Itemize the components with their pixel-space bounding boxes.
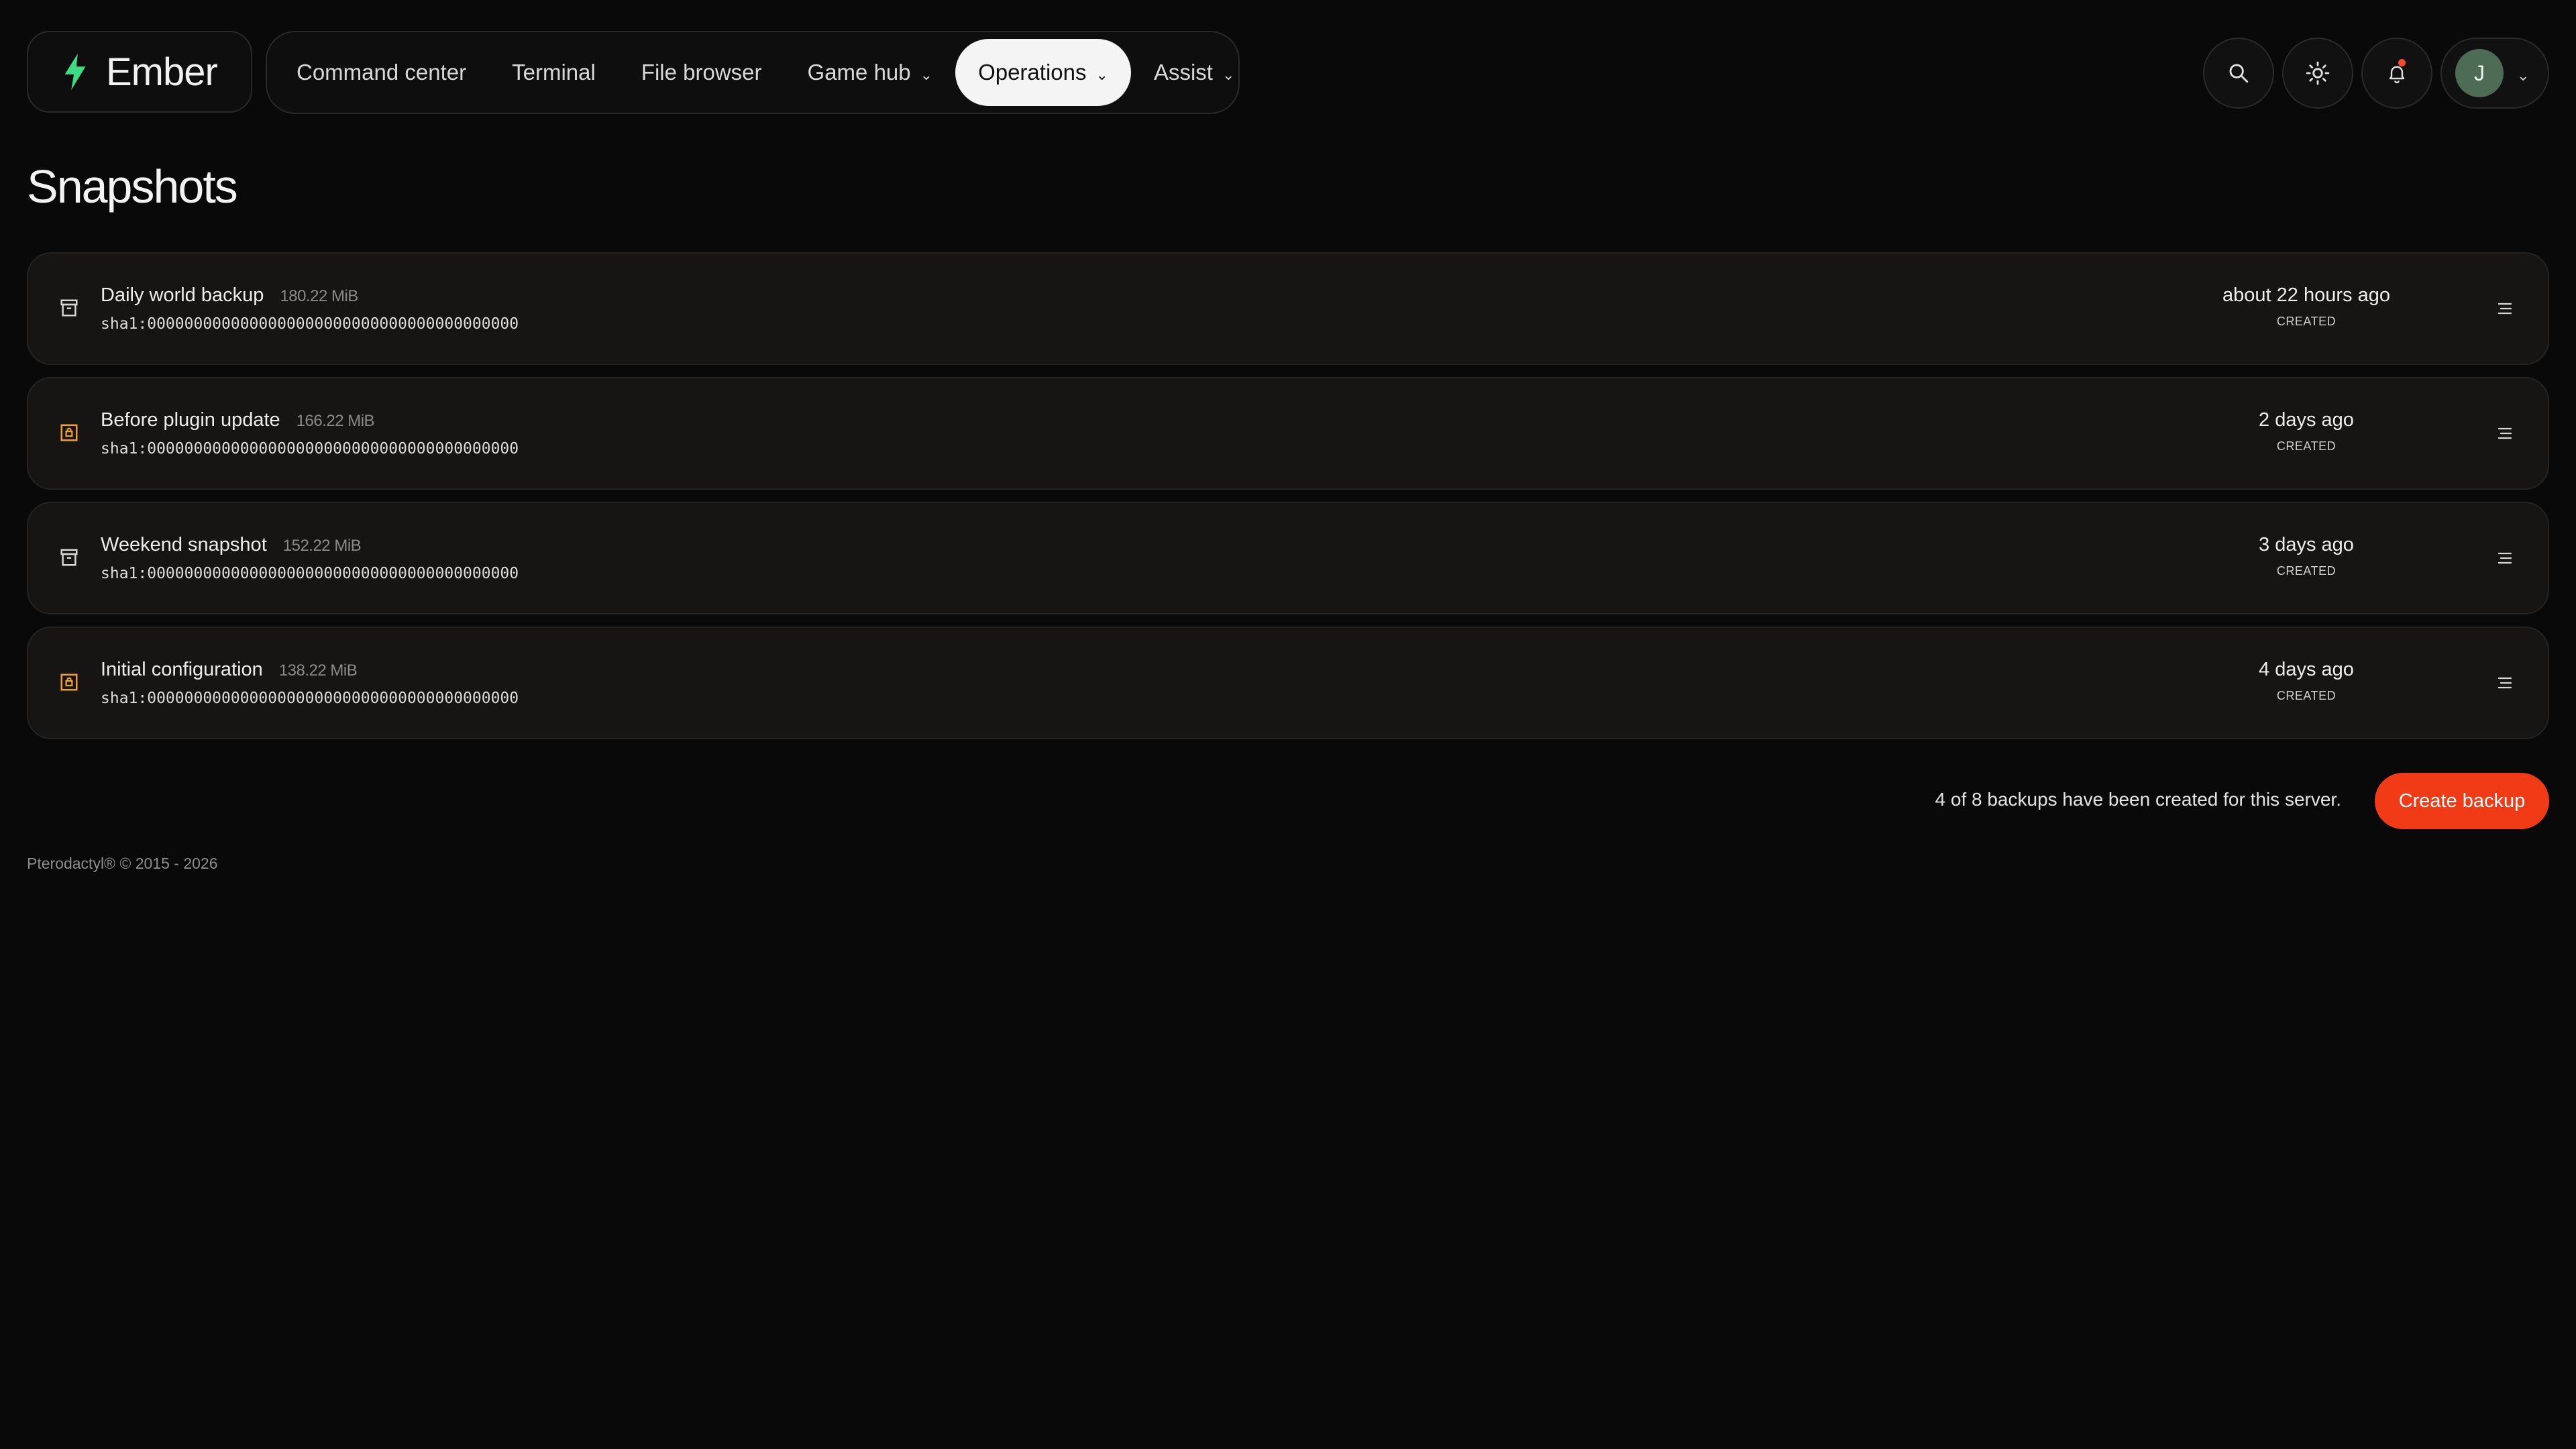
backup-row[interactable]: Before plugin update 166.22 MiB sha1:000… [27,377,2549,490]
chevron-down-icon: ⌄ [1222,66,1235,83]
nav-operations[interactable]: Operations ⌄ [955,39,1131,106]
nav-label: File browser [641,60,762,85]
chevron-down-icon: ⌄ [1095,66,1108,83]
menu-icon [2498,552,2512,564]
backup-options-button[interactable] [2493,671,2517,695]
backup-row[interactable]: Weekend snapshot 152.22 MiB sha1:0000000… [27,502,2549,614]
backup-quota-summary: 4 of 8 backups have been created for thi… [1935,789,2341,810]
page-title: Snapshots [27,160,238,213]
backup-created-ago: 3 days ago [2259,534,2354,555]
nav-label: Operations [978,60,1087,85]
nav-command-center[interactable]: Command center [274,39,489,106]
nav-label: Game hub [807,60,911,85]
menu-icon [2498,677,2512,689]
backup-checksum: sha1:00000000000000000000000000000000000… [101,565,519,582]
user-menu-button[interactable]: J ⌄ [2440,38,2549,109]
lock-icon [60,424,78,441]
nav-label: Terminal [512,60,596,85]
backup-name: Initial configuration [101,659,263,680]
backup-checksum: sha1:00000000000000000000000000000000000… [101,315,519,333]
sun-icon [2306,61,2330,85]
search-icon [2229,64,2249,83]
backup-created-label: CREATED [2276,689,2337,702]
lock-icon [60,674,78,691]
backup-checksum: sha1:00000000000000000000000000000000000… [101,690,519,707]
create-backup-button[interactable]: Create backup [2375,773,2549,829]
backup-created: about 22 hours ago CREATED [2199,284,2414,329]
backup-created-ago: 4 days ago [2259,659,2354,680]
theme-toggle-button[interactable] [2282,38,2353,109]
backup-options-button[interactable] [2493,297,2517,321]
brand-logo[interactable]: Ember [27,31,252,113]
backup-size: 138.22 MiB [278,661,358,680]
backup-name: Weekend snapshot [101,534,267,555]
backup-size: 166.22 MiB [296,412,375,430]
backup-created: 3 days ago CREATED [2199,534,2414,578]
backup-name: Daily world backup [101,284,264,306]
avatar: J [2455,49,2504,97]
bolt-icon [64,53,86,91]
backup-created-label: CREATED [2276,439,2337,453]
nav-assist[interactable]: Assist ⌄ [1131,39,1257,106]
toolbar: J ⌄ [2203,38,2549,109]
backup-name: Before plugin update [101,409,280,431]
backup-size: 152.22 MiB [282,537,362,555]
nav-file-browser[interactable]: File browser [619,39,785,106]
nav-terminal[interactable]: Terminal [489,39,619,106]
backup-size: 180.22 MiB [280,287,358,305]
backup-created: 2 days ago CREATED [2199,409,2414,453]
backup-options-button[interactable] [2493,421,2517,445]
brand-name: Ember [106,50,218,94]
nav-label: Assist [1153,60,1213,85]
search-button[interactable] [2203,38,2274,109]
backup-created-label: CREATED [2276,564,2337,578]
archive-icon [60,549,78,566]
backup-checksum: sha1:00000000000000000000000000000000000… [101,440,519,458]
backup-created: 4 days ago CREATED [2199,659,2414,703]
footer-copyright: Pterodactyl® © 2015 - 2026 [27,855,218,872]
backup-created-label: CREATED [2276,315,2337,328]
chevron-down-icon: ⌄ [2517,67,2530,84]
nav-label: Command center [297,60,467,85]
archive-icon [60,299,78,317]
backup-options-button[interactable] [2493,546,2517,570]
backup-list: Daily world backup 180.22 MiB sha1:00000… [27,252,2549,751]
main-nav: Command center Terminal File browser Gam… [266,31,1240,114]
backup-row[interactable]: Initial configuration 138.22 MiB sha1:00… [27,627,2549,739]
notification-dot [2398,59,2406,66]
chevron-down-icon: ⌄ [920,66,933,83]
menu-icon [2498,427,2512,439]
backup-created-ago: about 22 hours ago [2222,284,2390,306]
backup-created-ago: 2 days ago [2259,409,2354,431]
notifications-button[interactable] [2361,38,2432,109]
nav-game-hub[interactable]: Game hub ⌄ [785,39,956,106]
menu-icon [2498,303,2512,315]
top-bar: Ember Command center Terminal File brows… [27,31,2549,114]
backup-row[interactable]: Daily world backup 180.22 MiB sha1:00000… [27,252,2549,365]
